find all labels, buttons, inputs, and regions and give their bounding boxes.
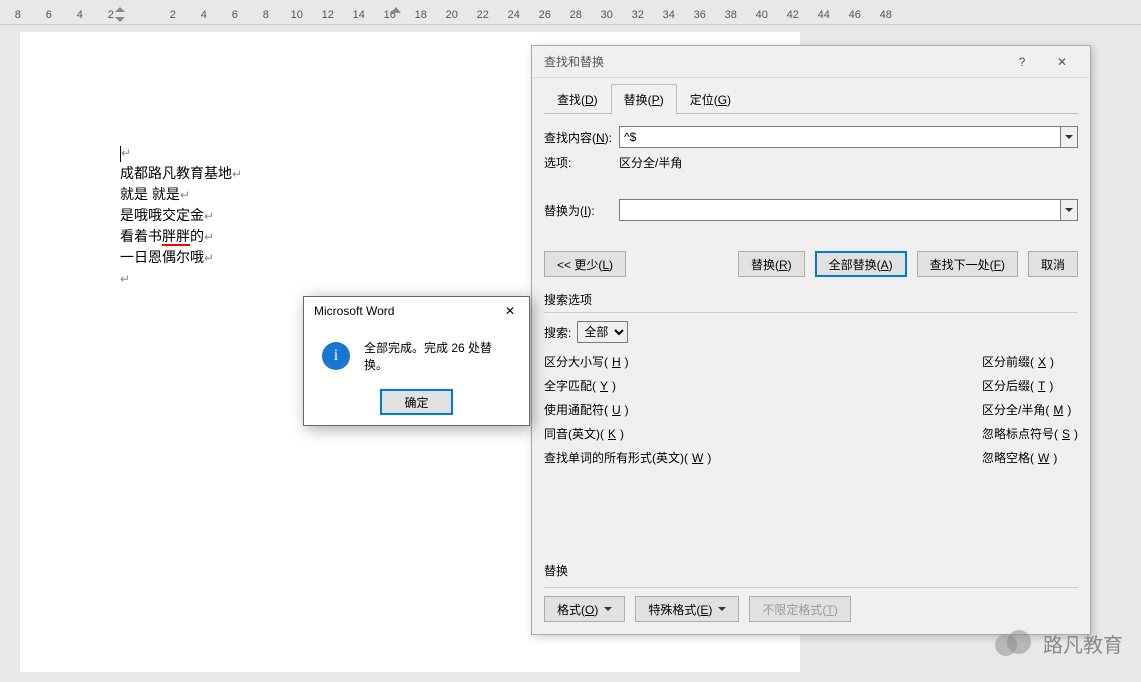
check-sounds-like[interactable]: 同音(英文)(K) [544, 425, 711, 442]
replace-dropdown[interactable] [1060, 199, 1078, 221]
dialog-tabs: 查找(D) 替换(P) 定位(G) [532, 78, 1090, 114]
find-dropdown[interactable] [1060, 126, 1078, 148]
replace-section-label: 替换 [544, 562, 1078, 579]
find-replace-dialog: 查找和替换 ? ✕ 查找(D) 替换(P) 定位(G) 查找内容(N): 选项:… [531, 45, 1091, 635]
indent-marker-left[interactable] [115, 5, 125, 15]
check-suffix[interactable]: 区分后缀(T) [982, 377, 1078, 394]
check-whole-word[interactable]: 全字匹配(Y) [544, 377, 711, 394]
cancel-button[interactable]: 取消 [1028, 251, 1078, 277]
msgbox-titlebar[interactable]: Microsoft Word ✕ [304, 297, 529, 325]
watermark: 路凡教育 [995, 629, 1123, 658]
replace-input[interactable] [619, 199, 1060, 221]
message-box: Microsoft Word ✕ i 全部完成。完成 26 处替换。 确定 [303, 296, 530, 426]
search-label: 搜索: [544, 324, 571, 341]
doc-line: 就是 就是 [120, 186, 180, 202]
check-ignore-space[interactable]: 忽略空格(W) [982, 449, 1078, 466]
special-format-button[interactable]: 特殊格式(E) [635, 596, 739, 622]
indent-marker-right[interactable] [391, 7, 401, 13]
check-match-case[interactable]: 区分大小写(H) [544, 353, 711, 370]
search-options-label: 搜索选项 [544, 291, 1078, 308]
dialog-titlebar[interactable]: 查找和替换 ? ✕ [532, 46, 1090, 78]
info-icon: i [322, 342, 350, 370]
doc-line: 看着书胖胖的 [120, 228, 204, 246]
help-button[interactable]: ? [1002, 48, 1042, 76]
replace-label: 替换为(I): [544, 202, 619, 219]
msgbox-ok-button[interactable]: 确定 [380, 389, 452, 415]
find-input[interactable] [619, 126, 1060, 148]
search-direction-select[interactable]: 全部 [577, 321, 628, 343]
options-value: 区分全/半角 [619, 154, 682, 171]
replace-all-button[interactable]: 全部替换(A) [815, 251, 907, 277]
check-ignore-punct[interactable]: 忽略标点符号(S) [982, 425, 1078, 442]
check-prefix[interactable]: 区分前缀(X) [982, 353, 1078, 370]
doc-line: 成都路凡教育基地 [120, 165, 232, 181]
doc-line: 一日恩偶尔哦 [120, 249, 204, 265]
dialog-title-text: 查找和替换 [544, 53, 604, 70]
check-wildcard[interactable]: 使用通配符(U) [544, 401, 711, 418]
find-next-button[interactable]: 查找下一处(F) [917, 251, 1018, 277]
less-button[interactable]: << 更少(L) [544, 251, 626, 277]
tab-replace[interactable]: 替换(P) [611, 84, 677, 114]
msgbox-close-button[interactable]: ✕ [495, 300, 525, 322]
format-button[interactable]: 格式(O) [544, 596, 625, 622]
msgbox-title-text: Microsoft Word [314, 304, 394, 318]
find-label: 查找内容(N): [544, 129, 619, 146]
options-label: 选项: [544, 154, 619, 171]
ruler: 8642246810121416182022242628303234363840… [0, 5, 1141, 25]
tab-find[interactable]: 查找(D) [544, 84, 611, 114]
msgbox-message: 全部完成。完成 26 处替换。 [364, 339, 515, 373]
close-button[interactable]: ✕ [1042, 48, 1082, 76]
doc-line: 是哦哦交定金 [120, 207, 204, 223]
tab-goto[interactable]: 定位(G) [677, 84, 744, 114]
no-format-button: 不限定格式(T) [749, 596, 850, 622]
replace-button[interactable]: 替换(R) [738, 251, 805, 277]
check-all-forms[interactable]: 查找单词的所有形式(英文)(W) [544, 449, 711, 466]
check-full-half[interactable]: 区分全/半角(M) [982, 401, 1078, 418]
